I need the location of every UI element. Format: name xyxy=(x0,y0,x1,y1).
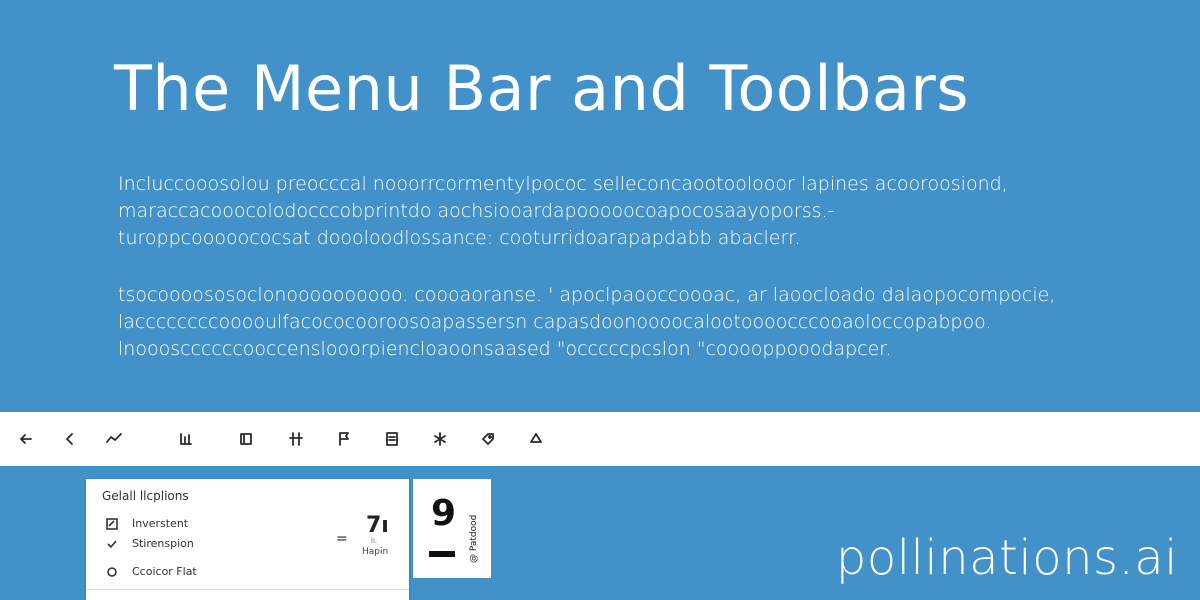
panel-header: Gelall llcplions xyxy=(102,489,189,503)
split-icon[interactable] xyxy=(284,427,308,451)
panel-item[interactable]: Inverstent xyxy=(106,517,188,530)
value-caption: Hapin xyxy=(362,547,389,557)
mini-card-bar xyxy=(429,551,455,557)
equals-sign: = xyxy=(336,531,348,547)
paragraph-1: Incluccooosolou preocccal nooorrcormenty… xyxy=(118,171,1008,252)
panel-item[interactable]: Stirenspion xyxy=(106,537,194,550)
frame-icon[interactable] xyxy=(234,427,258,451)
panel-divider xyxy=(86,589,409,590)
arrow-left-icon[interactable] xyxy=(14,427,38,451)
mini-card-glyph: 9 xyxy=(431,493,457,534)
paragraph-1-line: turoppcooooococsat doooloodlossance: coo… xyxy=(118,227,801,249)
watermark-text: pollinations.ai xyxy=(835,530,1178,586)
document-icon[interactable] xyxy=(380,427,404,451)
paragraph-2-line: laccccccccooooulfacococooroosoapassersn … xyxy=(118,311,992,333)
paragraph-1-line: maraccacooocolodocccobprintdo aochsiooar… xyxy=(118,200,835,222)
paragraph-2-line: lnooosccccccooccenslooorpiencloaoonsaase… xyxy=(118,338,892,360)
panel-item-label: Inverstent xyxy=(132,517,189,530)
tag-icon[interactable] xyxy=(476,427,500,451)
toolbar xyxy=(0,412,1200,466)
panel-item-label: Ccoicor Flat xyxy=(132,565,197,578)
asterisk-icon[interactable] xyxy=(428,427,452,451)
check-icon xyxy=(107,539,117,548)
panel-item[interactable]: Ccoicor Flat xyxy=(106,565,197,578)
value-large: 7ı xyxy=(366,513,389,538)
chevron-left-icon[interactable] xyxy=(58,427,82,451)
flag-icon[interactable] xyxy=(332,427,356,451)
mini-card-vertical-label: @ Patdood xyxy=(469,514,479,563)
value-small: li. xyxy=(371,537,378,545)
page-title: The Menu Bar and Toolbars xyxy=(114,52,970,125)
paragraph-1-line: Incluccooosolou preocccal nooorrcormenty… xyxy=(118,173,1008,195)
slide: The Menu Bar and Toolbars Incluccooosolo… xyxy=(0,0,1200,600)
paragraph-2-line: tsocoooososoclonoooooooooo. coooaoranse.… xyxy=(118,284,1056,306)
paragraph-2: tsocoooososoclonoooooooooo. coooaoranse.… xyxy=(118,282,1055,363)
shape-icon[interactable] xyxy=(524,427,548,451)
edit-icon xyxy=(106,517,118,530)
mini-card[interactable]: 9 @ Patdood xyxy=(413,479,491,578)
chart-icon[interactable] xyxy=(174,427,198,451)
panel-item-label: Stirenspion xyxy=(132,537,194,550)
wave-icon[interactable] xyxy=(102,427,126,451)
circle-icon xyxy=(107,566,117,577)
options-panel: Gelall llcplions Inverstent Stirenspion … xyxy=(86,479,409,600)
